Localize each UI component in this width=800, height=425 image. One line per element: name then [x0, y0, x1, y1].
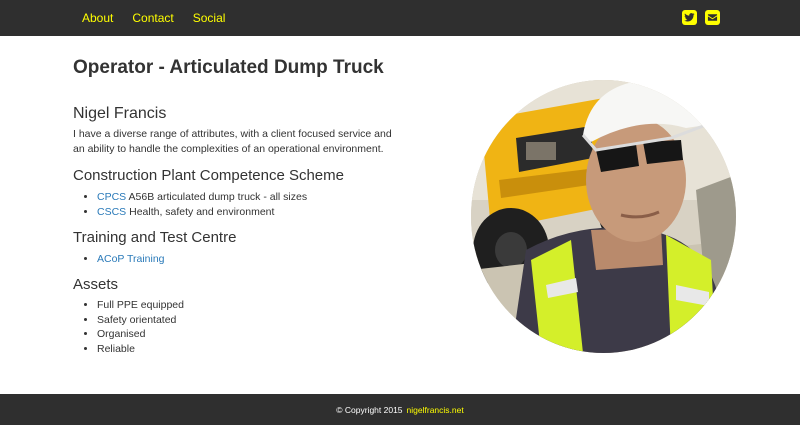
social-icons: [682, 10, 720, 25]
profile-photo-illustration: [471, 80, 736, 353]
assets-list: Full PPE equipped Safety orientated Orga…: [73, 298, 184, 356]
cpcs-link[interactable]: CPCS: [97, 191, 126, 203]
list-item: ACoP Training: [97, 252, 165, 267]
list-item: Safety orientated: [97, 313, 184, 328]
training-heading: Training and Test Centre: [73, 229, 237, 246]
main-content: Operator - Articulated Dump Truck Nigel …: [73, 36, 736, 394]
footer: © Copyright 2015 nigelfrancis.net: [0, 394, 800, 425]
cscs-link[interactable]: CSCS: [97, 206, 126, 218]
acop-training-link[interactable]: ACoP Training: [97, 253, 165, 265]
top-navbar: About Contact Social: [0, 0, 800, 36]
cpcs-heading: Construction Plant Competence Scheme: [73, 167, 344, 184]
list-item: Organised: [97, 327, 184, 342]
list-item: Reliable: [97, 342, 184, 357]
nav-link-about[interactable]: About: [82, 0, 113, 36]
page-title: Operator - Articulated Dump Truck: [73, 57, 384, 78]
list-item: Full PPE equipped: [97, 298, 184, 313]
person-name: Nigel Francis: [73, 105, 167, 122]
bio-text: I have a diverse range of attributes, wi…: [73, 128, 392, 155]
twitter-icon[interactable]: [682, 10, 697, 25]
copyright-text: © Copyright 2015: [336, 404, 403, 415]
nav-links: About Contact Social: [82, 0, 244, 36]
cpcs-list: CPCS A56B articulated dump truck - all s…: [73, 190, 307, 219]
list-item-text: A56B articulated dump truck - all sizes: [126, 191, 308, 203]
list-item: CPCS A56B articulated dump truck - all s…: [97, 190, 307, 205]
site-link[interactable]: nigelfrancis.net: [407, 405, 464, 415]
list-item-text: Health, safety and environment: [126, 205, 275, 218]
envelope-icon[interactable]: [705, 10, 720, 25]
profile-photo: [471, 80, 736, 353]
assets-heading: Assets: [73, 276, 119, 293]
training-list: ACoP Training: [73, 252, 165, 267]
nav-link-contact[interactable]: Contact: [132, 0, 173, 36]
nav-link-social[interactable]: Social: [193, 0, 226, 36]
list-item: CSCS Health, safety and environment: [97, 205, 307, 220]
